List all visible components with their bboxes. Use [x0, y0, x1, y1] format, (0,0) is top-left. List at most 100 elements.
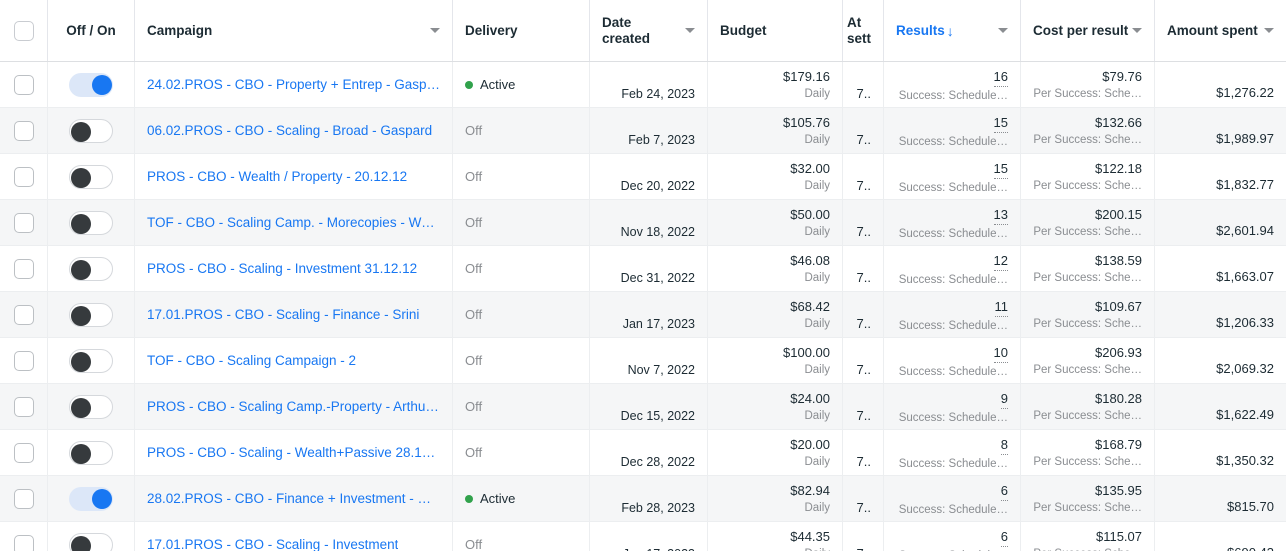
row-checkbox[interactable]	[13, 396, 34, 417]
row-checkbox[interactable]	[13, 120, 34, 141]
table-row[interactable]: 17.01.PROS - CBO - Scaling - Investment O…	[0, 522, 1286, 551]
table-row[interactable]: PROS - CBO - Scaling - Wealth+Passive 28…	[0, 430, 1286, 476]
campaign-name-link[interactable]: 06.02.PROS - CBO - Scaling - Broad - Gas…	[147, 123, 432, 138]
delivery-status: Active	[465, 491, 515, 506]
chevron-down-icon[interactable]	[430, 28, 440, 33]
chevron-down-icon[interactable]	[998, 28, 1008, 33]
row-checkbox[interactable]	[13, 166, 34, 187]
campaign-name-cell: TOF - CBO - Scaling Camp. - Morecopies -…	[135, 200, 453, 245]
campaigns-table: Off / On Campaign Delivery Date created …	[0, 0, 1286, 551]
row-checkbox[interactable]	[13, 350, 34, 371]
date-created-value: Feb 24, 2023	[621, 87, 695, 101]
column-header-date-created[interactable]: Date created	[590, 0, 708, 61]
table-row[interactable]: 06.02.PROS - CBO - Scaling - Broad - Gas…	[0, 108, 1286, 154]
table-row[interactable]: 17.01.PROS - CBO - Scaling - Finance - S…	[0, 292, 1286, 338]
cost-per-result-type-label: Per Success: Sche…	[1033, 364, 1142, 376]
results-cell: 10 Success: Schedule…	[884, 338, 1021, 383]
campaign-name-link[interactable]: PROS - CBO - Wealth / Property - 20.12.1…	[147, 169, 407, 184]
date-created-cell: Jan 17, 2023	[590, 292, 708, 337]
results-value[interactable]: 11	[994, 298, 1008, 317]
column-header-budget[interactable]: Budget	[708, 0, 843, 61]
row-checkbox[interactable]	[13, 304, 34, 325]
column-header-delivery[interactable]: Delivery	[453, 0, 590, 61]
results-value[interactable]: 6	[1000, 528, 1008, 547]
results-cell: 11 Success: Schedule…	[884, 292, 1021, 337]
chevron-down-icon[interactable]	[685, 28, 695, 33]
table-row[interactable]: TOF - CBO - Scaling Campaign - 2 Off Nov 7…	[0, 338, 1286, 384]
results-value[interactable]: 6	[1000, 482, 1008, 501]
toggle-knob	[92, 488, 112, 509]
row-checkbox[interactable]	[13, 442, 34, 463]
attribution-setting-cell: 7..	[843, 108, 884, 153]
campaign-on-off-toggle[interactable]	[69, 72, 113, 97]
row-checkbox[interactable]	[13, 488, 34, 509]
results-value[interactable]: 10	[993, 344, 1008, 363]
row-checkbox[interactable]	[13, 74, 34, 95]
amount-spent-value: $1,663.07	[1216, 269, 1274, 284]
delivery-status: Off	[465, 445, 482, 460]
column-header-off-on[interactable]: Off / On	[48, 0, 135, 61]
campaign-on-off-toggle[interactable]	[69, 302, 113, 327]
row-checkbox[interactable]	[13, 534, 34, 551]
row-checkbox[interactable]	[13, 212, 34, 233]
results-value[interactable]: 15	[993, 160, 1008, 179]
table-row[interactable]: 24.02.PROS - CBO - Property + Entrep - G…	[0, 62, 1286, 108]
amount-spent-value: $1,622.49	[1216, 407, 1274, 422]
column-header-campaign[interactable]: Campaign	[135, 0, 453, 61]
date-created-cell: Dec 20, 2022	[590, 154, 708, 199]
results-value[interactable]: 13	[993, 206, 1008, 225]
date-created-value: Dec 28, 2022	[620, 455, 695, 469]
campaign-on-off-toggle[interactable]	[69, 486, 113, 511]
column-header-amount-spent[interactable]: Amount spent	[1155, 0, 1286, 61]
amount-spent-value: $815.70	[1227, 499, 1274, 514]
campaign-name-link[interactable]: 17.01.PROS - CBO - Scaling - Finance - S…	[147, 307, 419, 322]
results-value[interactable]: 9	[1000, 390, 1008, 409]
select-all-checkbox[interactable]	[13, 20, 34, 41]
campaign-on-off-toggle[interactable]	[69, 210, 113, 235]
results-value[interactable]: 16	[993, 68, 1008, 87]
row-select-cell	[0, 338, 48, 383]
delivery-cell: Off	[453, 154, 590, 199]
campaign-name-link[interactable]: 28.02.PROS - CBO - Finance + Investment …	[147, 491, 440, 506]
campaign-name-link[interactable]: TOF - CBO - Scaling Campaign - 2	[147, 353, 356, 368]
campaign-on-off-toggle[interactable]	[69, 164, 113, 189]
column-header-cost-per-result[interactable]: Cost per result	[1021, 0, 1155, 61]
campaign-name-link[interactable]: 24.02.PROS - CBO - Property + Entrep - G…	[147, 77, 440, 92]
chevron-down-icon[interactable]	[1132, 28, 1142, 33]
campaign-on-off-toggle[interactable]	[69, 532, 113, 551]
row-checkbox[interactable]	[13, 258, 34, 279]
toggle-knob	[71, 535, 91, 551]
campaign-name-link[interactable]: PROS - CBO - Scaling - Investment 31.12.…	[147, 261, 417, 276]
table-row[interactable]: TOF - CBO - Scaling Camp. - Morecopies -…	[0, 200, 1286, 246]
campaign-on-off-toggle[interactable]	[69, 256, 113, 281]
table-row[interactable]: PROS - CBO - Wealth / Property - 20.12.1…	[0, 154, 1286, 200]
campaign-on-off-toggle[interactable]	[69, 118, 113, 143]
results-value[interactable]: 8	[1000, 436, 1008, 455]
column-header-attribution-setting[interactable]: At sett	[843, 0, 884, 61]
column-header-cost-per-result-label: Cost per result	[1033, 22, 1129, 38]
campaign-name-link[interactable]: 17.01.PROS - CBO - Scaling - Investment	[147, 537, 398, 551]
campaign-name-link[interactable]: PROS - CBO - Scaling Camp.-Property - Ar…	[147, 399, 440, 414]
results-value[interactable]: 15	[993, 114, 1008, 133]
results-cell: 15 Success: Schedule…	[884, 154, 1021, 199]
table-row[interactable]: PROS - CBO - Scaling Camp.-Property - Ar…	[0, 384, 1286, 430]
column-header-amount-spent-label: Amount spent	[1167, 22, 1258, 38]
delivery-status: Off	[465, 169, 482, 184]
select-all-header-cell	[0, 0, 48, 61]
column-header-results[interactable]: Results ↓	[884, 0, 1021, 61]
campaign-name-link[interactable]: TOF - CBO - Scaling Camp. - Morecopies -…	[147, 215, 440, 230]
chevron-down-icon[interactable]	[1264, 28, 1274, 33]
cost-per-result-type-label: Per Success: Sche…	[1033, 318, 1142, 330]
campaign-on-off-toggle[interactable]	[69, 348, 113, 373]
cost-per-result-value: $168.79	[1095, 437, 1142, 452]
campaign-on-off-toggle[interactable]	[69, 440, 113, 465]
toggle-knob	[71, 121, 91, 142]
sort-descending-icon[interactable]: ↓	[947, 23, 954, 39]
campaign-on-off-toggle[interactable]	[69, 394, 113, 419]
budget-cell: $82.94 Daily	[708, 476, 843, 521]
amount-spent-cell: $1,206.33	[1155, 292, 1286, 337]
table-row[interactable]: 28.02.PROS - CBO - Finance + Investment …	[0, 476, 1286, 522]
campaign-name-link[interactable]: PROS - CBO - Scaling - Wealth+Passive 28…	[147, 445, 440, 460]
results-value[interactable]: 12	[993, 252, 1008, 271]
table-row[interactable]: PROS - CBO - Scaling - Investment 31.12.…	[0, 246, 1286, 292]
